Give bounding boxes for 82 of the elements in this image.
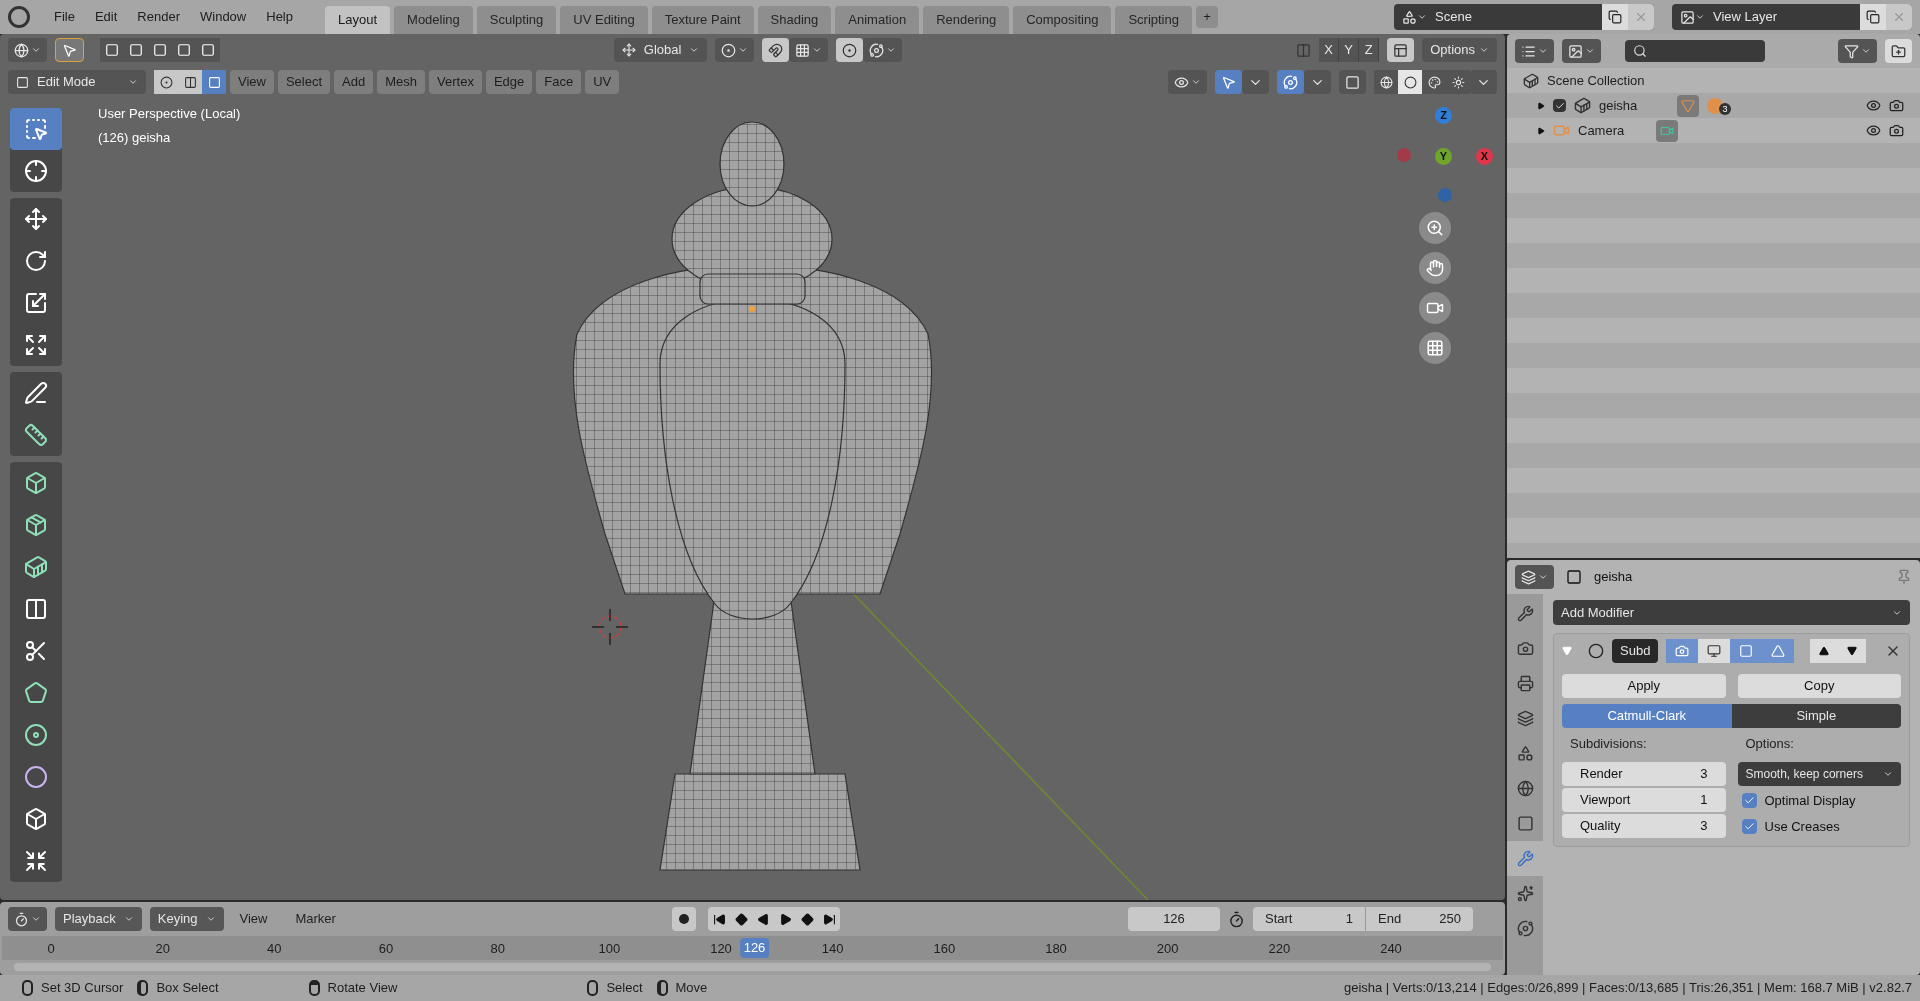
mode-dropdown[interactable]: Edit Mode — [8, 70, 146, 94]
checkbox-label: Use Creases — [1764, 817, 1840, 836]
viewport-info-text: User Perspective (Local) — [98, 105, 241, 123]
workspace-tab[interactable]: Compositing — [1013, 6, 1112, 34]
orientation-dropdown[interactable]: Global — [613, 38, 708, 62]
frame-tick-label: 100 — [598, 940, 621, 958]
workspace-tab[interactable]: Modeling — [394, 6, 473, 34]
header-menu[interactable]: View — [230, 70, 274, 94]
end-frame-field[interactable]: End 250 — [1365, 907, 1473, 931]
viewport[interactable]: Global X Y Z Options Edit Mode View Select Add Mesh Vertex Edge Face UV User Perspective (Local) (126) geisha Z Y X — [0, 34, 1505, 900]
status-hint: Rotate View — [327, 979, 398, 998]
frame-tick-label: 160 — [933, 940, 956, 958]
frame-tick-label: 200 — [1156, 940, 1179, 958]
mirror-axis-button[interactable]: Z — [1359, 38, 1380, 62]
header-menu[interactable]: Edge — [485, 70, 533, 94]
timeline-menu[interactable]: Marker — [283, 907, 348, 931]
menu-item[interactable]: Window — [192, 7, 255, 27]
outliner-item[interactable]: Scene Collection — [1547, 70, 1645, 91]
checkbox-label: Optimal Display — [1764, 791, 1856, 810]
scene-statistics: geisha | Verts:0/13,214 | Edges:0/26,899 | Faces:0/13,685 | Tris:26,351 | Mem: 168.7 MiB | v2.82.7 — [1343, 979, 1912, 998]
header-menu[interactable]: UV — [585, 70, 620, 94]
viewport-info-text: (126) geisha — [98, 128, 171, 147]
workspace-tab[interactable]: UV Editing — [560, 6, 648, 34]
copy-button[interactable]: Copy — [1737, 674, 1901, 698]
menu-item[interactable]: Render — [129, 7, 188, 27]
header-menu[interactable]: Select — [277, 70, 331, 94]
outliner-item[interactable]: Camera — [1578, 120, 1648, 141]
navigation-gizmo[interactable]: Z Y X — [1380, 100, 1490, 200]
frame-tick-label: 240 — [1380, 940, 1402, 958]
outliner-item[interactable]: geisha — [1599, 95, 1669, 116]
workspace-tab[interactable]: Scripting — [1115, 6, 1192, 34]
timeline-dropdown[interactable]: Playback — [55, 907, 142, 931]
scene-name[interactable]: Scene — [1435, 7, 1602, 27]
uv-smooth-dropdown[interactable]: Smooth, keep corners — [1737, 761, 1901, 786]
frame-tick-label: 40 — [267, 940, 282, 958]
frame-tick-label: 220 — [1268, 940, 1291, 958]
number-field[interactable]: Render 3 — [1562, 761, 1726, 786]
workspace-tab[interactable]: Shading — [757, 6, 832, 34]
header-menu[interactable]: Vertex — [429, 70, 482, 94]
options-dropdown[interactable]: Options — [1422, 38, 1497, 62]
workspace-tab[interactable]: Sculpting — [476, 6, 557, 34]
number-field[interactable]: Quality 3 — [1562, 813, 1726, 838]
status-hint: Box Select — [156, 979, 219, 998]
frame-tick-label: 20 — [155, 940, 170, 958]
status-hint: Select — [606, 979, 643, 998]
header-menu[interactable]: Mesh — [377, 70, 426, 94]
start-frame-field[interactable]: Start 1 — [1253, 907, 1365, 931]
header-menu[interactable]: Face — [536, 70, 582, 94]
frame-tick-label: 0 — [47, 940, 55, 958]
frame-tick-label: 140 — [821, 940, 844, 958]
frame-tick-label: 60 — [378, 940, 394, 958]
mirror-axis-button[interactable]: X — [1319, 38, 1340, 62]
add-workspace-button[interactable]: + — [1195, 6, 1218, 28]
apply-button[interactable]: Apply — [1562, 674, 1726, 698]
workspace-tab[interactable]: Layout — [325, 6, 391, 34]
view-layer-name[interactable]: View Layer — [1713, 7, 1860, 27]
frame-tick-label: 180 — [1045, 940, 1067, 958]
frame-tick-label: 80 — [490, 940, 505, 958]
workspace-tab[interactable]: Animation — [835, 6, 920, 34]
mirror-axis-button[interactable]: Y — [1339, 38, 1360, 62]
timeline-dropdown[interactable]: Keying — [149, 907, 224, 931]
timeline-menu[interactable]: View — [227, 907, 280, 931]
menu-item[interactable]: Edit — [86, 7, 126, 27]
workspace-tab[interactable]: Texture Paint — [651, 6, 754, 34]
status-hint: Move — [675, 979, 708, 998]
header-menu[interactable]: Add — [334, 70, 374, 94]
object-name: geisha — [1594, 568, 1633, 587]
section-label: Options: — [1744, 735, 1795, 753]
menu-item[interactable]: File — [46, 7, 83, 27]
section-label: Subdivisions: — [1569, 735, 1648, 753]
number-field[interactable]: Viewport 1 — [1562, 787, 1726, 812]
frame-tick-label: 120 — [710, 940, 732, 958]
modifier-name-field[interactable]: Subd — [1612, 639, 1659, 663]
add-modifier-dropdown[interactable]: Add Modifier — [1553, 600, 1910, 625]
menu-item[interactable]: Help — [258, 7, 301, 27]
status-hint: Set 3D Cursor — [41, 979, 124, 998]
algorithm-option[interactable]: Catmull-Clark — [1562, 704, 1732, 728]
playhead[interactable]: 126 — [739, 938, 770, 958]
frame-field[interactable]: 126 — [1128, 907, 1220, 931]
child-count-badge: 3 — [1719, 102, 1731, 115]
algorithm-option[interactable]: Simple — [1731, 704, 1901, 728]
workspace-tab[interactable]: Rendering — [923, 6, 1010, 34]
